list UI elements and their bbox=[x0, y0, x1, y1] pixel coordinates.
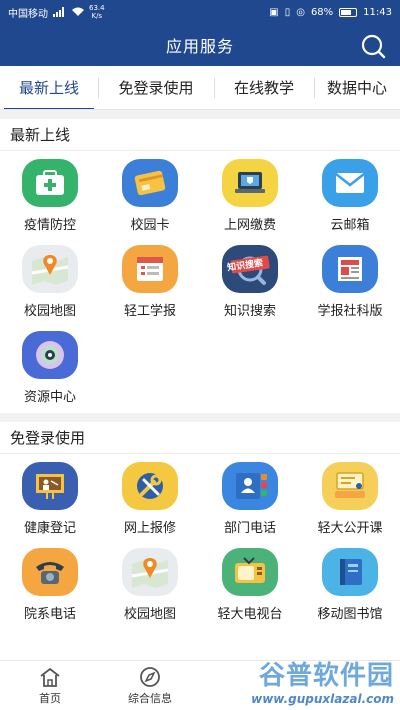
app-label: 轻工学报 bbox=[123, 304, 176, 319]
app-health-registration[interactable]: 健康登记 bbox=[0, 458, 100, 544]
carrier-label: 中国移动 bbox=[8, 8, 48, 20]
app-label: 学报社科版 bbox=[317, 304, 383, 319]
nfc-icon: ▣ bbox=[269, 6, 279, 18]
card-icon bbox=[122, 159, 178, 207]
battery-percent: 68% bbox=[310, 6, 334, 18]
app-epidemic-control[interactable]: 疫情防控 bbox=[0, 155, 100, 241]
watermark: 谷普软件园 www.gupuxlazal.com bbox=[251, 655, 394, 706]
app-faculty-phone[interactable]: 院系电话 bbox=[0, 544, 100, 630]
search-icon[interactable] bbox=[360, 33, 386, 59]
app-label: 院系电话 bbox=[23, 607, 76, 622]
contacts-icon bbox=[222, 462, 278, 510]
section-gap bbox=[0, 110, 400, 119]
app-label: 校园地图 bbox=[23, 304, 76, 319]
nav-home-label: 首页 bbox=[39, 691, 61, 705]
map-icon bbox=[122, 548, 178, 596]
mail-icon bbox=[322, 159, 378, 207]
compass-icon bbox=[140, 666, 160, 687]
tab-online-teaching[interactable]: 在线教学 bbox=[214, 66, 314, 109]
status-bar: 中国移动 63.4 K/s ▣ ▯ ◎ 68% 11:43 bbox=[0, 0, 400, 24]
tv-icon bbox=[222, 548, 278, 596]
section-title-latest: 最新上线 bbox=[0, 119, 400, 151]
home-icon bbox=[40, 667, 60, 687]
newspaper-icon bbox=[322, 245, 378, 293]
tab-latest-label: 最新上线 bbox=[18, 79, 79, 97]
telephone-icon bbox=[22, 548, 78, 596]
app-internet-payment[interactable]: 上网缴费 bbox=[200, 155, 300, 241]
tab-no-login-label: 免登录使用 bbox=[118, 79, 194, 97]
status-left: 中国移动 63.4 K/s bbox=[8, 4, 105, 20]
app-knowledge-search[interactable]: 知识搜索 知识搜索 bbox=[200, 241, 300, 327]
nav-general-info-label: 综合信息 bbox=[128, 691, 172, 705]
speed-value: 63.4 bbox=[89, 4, 105, 12]
tab-data-center-label: 数据中心 bbox=[327, 79, 388, 97]
app-label: 疫情防控 bbox=[23, 218, 76, 233]
app-campus-card[interactable]: 校园卡 bbox=[100, 155, 200, 241]
watermark-url: www.gupuxlazal.com bbox=[251, 692, 394, 706]
app-cloud-mail[interactable]: 云邮箱 bbox=[300, 155, 400, 241]
app-label: 上网缴费 bbox=[223, 218, 276, 233]
app-label: 移动图书馆 bbox=[317, 607, 383, 622]
nav-home[interactable]: 首页 bbox=[0, 661, 100, 710]
tab-online-teaching-label: 在线教学 bbox=[233, 79, 294, 97]
app-campus-map-2[interactable]: 校园地图 bbox=[100, 544, 200, 630]
clock: 11:43 bbox=[363, 6, 392, 18]
app-label: 校园卡 bbox=[130, 218, 170, 233]
app-label: 轻大公开课 bbox=[317, 521, 383, 536]
tab-no-login[interactable]: 免登录使用 bbox=[98, 66, 214, 109]
app-resource-center[interactable]: 资源中心 bbox=[0, 327, 100, 413]
app-mobile-library[interactable]: 移动图书馆 bbox=[300, 544, 400, 630]
page-title: 应用服务 bbox=[165, 37, 234, 56]
speed-unit: K/s bbox=[91, 12, 103, 20]
app-grid-no-login: 健康登记 网上报修 部门电话 轻大公开课 院系电话 校园地图 轻大电视台 移动图… bbox=[0, 454, 400, 630]
location-icon: ◎ bbox=[296, 6, 305, 18]
lecture-icon bbox=[322, 462, 378, 510]
app-label: 知识搜索 bbox=[223, 304, 276, 319]
app-header: 应用服务 bbox=[0, 24, 400, 66]
network-speed: 63.4 K/s bbox=[89, 4, 105, 20]
book-icon bbox=[322, 548, 378, 596]
app-department-phone[interactable]: 部门电话 bbox=[200, 458, 300, 544]
app-label: 云邮箱 bbox=[330, 218, 370, 233]
status-right: ▣ ▯ ◎ 68% 11:43 bbox=[269, 7, 392, 18]
category-tabs: 最新上线 免登录使用 在线教学 数据中心 bbox=[0, 66, 400, 110]
disc-icon bbox=[22, 331, 78, 379]
section-title-no-login: 免登录使用 bbox=[0, 422, 400, 454]
watermark-name: 谷普软件园 bbox=[258, 661, 394, 691]
tab-data-center[interactable]: 数据中心 bbox=[314, 66, 400, 109]
app-light-industry-journal[interactable]: 轻工学报 bbox=[100, 241, 200, 327]
app-label: 轻大电视台 bbox=[217, 607, 283, 622]
presentation-icon bbox=[22, 462, 78, 510]
app-social-science-journal[interactable]: 学报社科版 bbox=[300, 241, 400, 327]
app-label: 资源中心 bbox=[23, 390, 76, 405]
battery-icon bbox=[339, 7, 358, 17]
vibrate-icon: ▯ bbox=[284, 6, 291, 18]
app-open-course[interactable]: 轻大公开课 bbox=[300, 458, 400, 544]
app-label: 健康登记 bbox=[23, 521, 76, 536]
app-online-repair[interactable]: 网上报修 bbox=[100, 458, 200, 544]
laptop-icon bbox=[222, 159, 278, 207]
app-campus-map[interactable]: 校园地图 bbox=[0, 241, 100, 327]
nav-general-info[interactable]: 综合信息 bbox=[100, 661, 200, 710]
tab-latest[interactable]: 最新上线 bbox=[0, 66, 98, 109]
medkit-icon bbox=[22, 159, 78, 207]
signal-icon bbox=[53, 7, 64, 17]
section-gap bbox=[0, 413, 400, 422]
app-label: 校园地图 bbox=[123, 607, 176, 622]
app-grid-latest: 疫情防控 校园卡 上网缴费 云邮箱 校园地图 轻工学报 知识搜索 知识搜索 学报… bbox=[0, 151, 400, 413]
app-label: 网上报修 bbox=[123, 521, 176, 536]
app-label: 部门电话 bbox=[223, 521, 276, 536]
repair-icon bbox=[122, 462, 178, 510]
report-icon bbox=[122, 245, 178, 293]
app-campus-tv[interactable]: 轻大电视台 bbox=[200, 544, 300, 630]
map-icon bbox=[22, 245, 78, 293]
wifi-icon bbox=[72, 7, 84, 16]
knowledge-search-icon: 知识搜索 bbox=[222, 245, 278, 293]
